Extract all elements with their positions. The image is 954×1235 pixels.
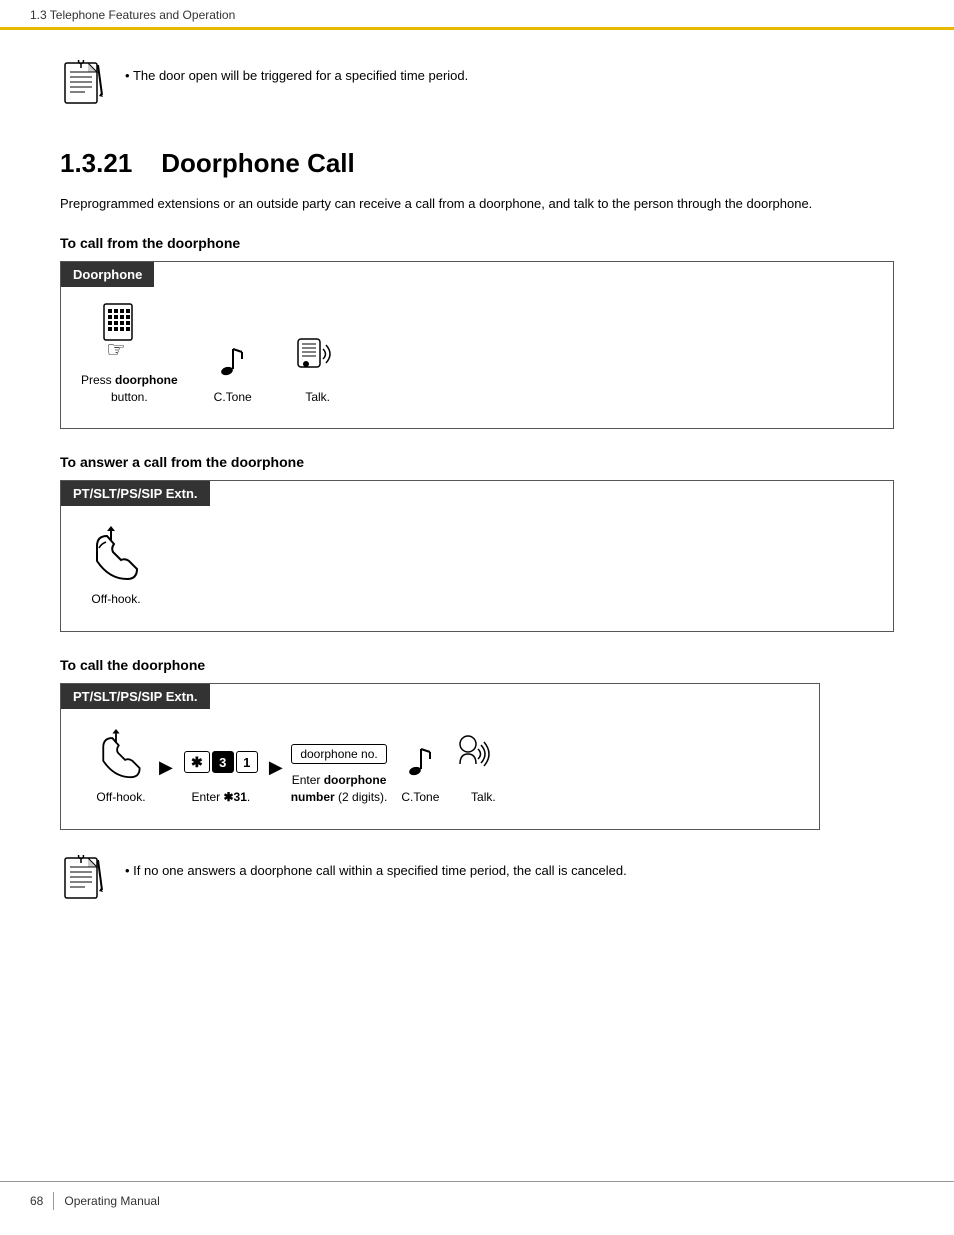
offhook-icon-1 <box>89 526 144 583</box>
offhook-icon-2 <box>96 729 146 781</box>
doorphone-no-icon: doorphone no. <box>291 744 386 764</box>
footer-divider <box>53 1192 54 1210</box>
subsection-title-1: To call from the doorphone <box>60 235 894 251</box>
step-ctone-1: C.Tone <box>203 344 263 406</box>
breadcrumb: 1.3 Telephone Features and Operation <box>30 8 235 22</box>
arrow-icon-1: ▶ <box>159 757 173 778</box>
manual-label: Operating Manual <box>64 1194 159 1208</box>
ctone-icon-2 <box>408 744 433 781</box>
key-3: 3 <box>212 751 234 773</box>
key-star31-icon: ✱ 3 1 <box>184 751 258 781</box>
bottom-note-block: • If no one answers a doorphone call wit… <box>60 855 894 913</box>
diagram-box-1: Doorphone <box>60 261 894 430</box>
bottom-note-text: • If no one answers a doorphone call wit… <box>125 855 627 878</box>
step-doorphone-no: doorphone no. Enter doorphonenumber (2 d… <box>291 744 388 806</box>
bottom-note-paper-icon <box>60 855 105 910</box>
step-talk-2: Talk. <box>453 729 513 806</box>
diagram-box-header-3: PT/SLT/PS/SIP Extn. <box>61 684 210 709</box>
key-star: ✱ <box>184 751 210 773</box>
diagram-box-3: PT/SLT/PS/SIP Extn. Off-hook. <box>60 683 820 830</box>
diagram-content-2: Off-hook. <box>61 506 893 631</box>
note-paper-icon <box>60 60 105 115</box>
flow-row-1: ☞ Press doorphonebutton. <box>81 302 873 406</box>
step-offhook-2: Off-hook. <box>91 729 151 806</box>
doorphone-no-label: Enter doorphonenumber (2 digits). <box>291 772 388 806</box>
talk-label-2: Talk. <box>471 789 496 806</box>
note-icon <box>60 60 110 118</box>
ctone-label-2: C.Tone <box>401 789 439 806</box>
svg-text:☞: ☞ <box>106 337 126 362</box>
key-1: 1 <box>236 751 258 773</box>
diagram-box-2: PT/SLT/PS/SIP Extn. <box>60 480 894 632</box>
step-ctone-2: C.Tone <box>395 744 445 806</box>
subsection-title-3: To call the doorphone <box>60 657 894 673</box>
top-note-text: • The door open will be triggered for a … <box>125 60 468 83</box>
page-wrapper: 1.3 Telephone Features and Operation <box>0 0 954 1235</box>
press-doorphone-label: Press doorphonebutton. <box>81 372 178 406</box>
step-key-star31: ✱ 3 1 Enter ✱31. <box>181 751 261 806</box>
page-header: 1.3 Telephone Features and Operation <box>0 0 954 30</box>
arrow-icon-2: ▶ <box>269 757 283 778</box>
step-offhook-1: Off-hook. <box>81 526 151 608</box>
offhook-label-1: Off-hook. <box>91 591 140 608</box>
subsection-title-2: To answer a call from the doorphone <box>60 454 894 470</box>
talk-label-1: Talk. <box>305 389 330 406</box>
offhook-label-2: Off-hook. <box>96 789 145 806</box>
doorphone-talk-icon <box>293 334 343 381</box>
diagram-content-1: ☞ Press doorphonebutton. <box>61 287 893 429</box>
flow-row-2: Off-hook. <box>81 526 873 608</box>
step-talk-1: Talk. <box>283 334 353 406</box>
page-content: • The door open will be triggered for a … <box>0 30 954 973</box>
section-title: 1.3.21 Doorphone Call <box>60 148 894 179</box>
ctone-icon-1 <box>220 344 245 381</box>
top-note-block: • The door open will be triggered for a … <box>60 60 894 118</box>
diagram-box-header-1: Doorphone <box>61 262 154 287</box>
doorphone-no-box: doorphone no. <box>291 744 386 764</box>
flow-row-3: Off-hook. ▶ ✱ 3 1 Enter ✱31. <box>91 729 789 806</box>
doorphone-keypad-icon: ☞ <box>94 302 164 364</box>
ctone-label-1: C.Tone <box>214 389 252 406</box>
key-star31-label: Enter ✱31. <box>191 789 250 806</box>
bottom-note-icon <box>60 855 110 913</box>
diagram-content-3: Off-hook. ▶ ✱ 3 1 Enter ✱31. <box>61 709 819 829</box>
page-number: 68 <box>30 1194 43 1208</box>
talk-icon-2 <box>456 729 511 781</box>
section-description: Preprogrammed extensions or an outside p… <box>60 194 894 215</box>
diagram-box-header-2: PT/SLT/PS/SIP Extn. <box>61 481 210 506</box>
page-footer: 68 Operating Manual <box>0 1181 954 1220</box>
step-press-doorphone: ☞ Press doorphonebutton. <box>81 302 178 406</box>
